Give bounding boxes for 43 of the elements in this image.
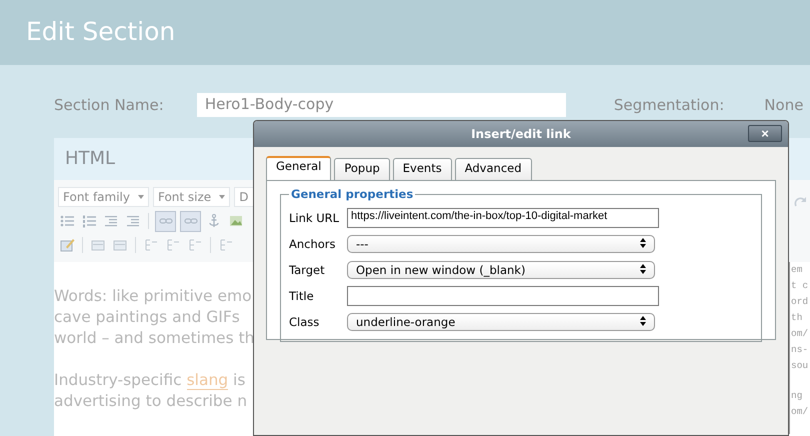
field-label: Anchors	[289, 237, 337, 251]
dialog-title: Insert/edit link	[471, 127, 571, 141]
code-text: ord	[791, 295, 808, 309]
text-field[interactable]	[347, 286, 659, 306]
page-title: Edit Section	[26, 17, 176, 46]
content-text: advertising to describe n	[54, 391, 248, 412]
code-text: sou	[791, 359, 808, 373]
tab[interactable]: Popup	[334, 158, 390, 180]
content-text: cave paintings and GIFs	[54, 307, 240, 328]
caret-icon	[219, 195, 226, 199]
field-label: Title	[289, 289, 315, 303]
tab[interactable]: Advanced	[454, 158, 532, 180]
updown-arrow-icon	[640, 264, 646, 276]
code-text: ns-	[791, 343, 808, 357]
segmentation-label: Segmentation:	[614, 96, 724, 114]
select-field[interactable]: ---	[347, 235, 655, 253]
code-text: om/	[791, 405, 808, 419]
tab[interactable]: General	[266, 156, 332, 180]
segmentation-value: None	[764, 96, 804, 114]
tab[interactable]: Events	[392, 158, 452, 180]
content-text: Industry-specific slang is	[54, 370, 246, 391]
content-text: world – and sometimes th	[54, 328, 254, 349]
content-text: Words: like primitive emo	[54, 286, 252, 307]
close-button[interactable]: ×	[748, 125, 782, 142]
link-icon[interactable]	[155, 210, 176, 232]
code-text: em	[791, 263, 802, 277]
select-field[interactable]: underline-orange	[347, 313, 655, 331]
code-text: th	[791, 311, 802, 325]
updown-arrow-icon	[640, 238, 646, 250]
section-name-label: Section Name:	[54, 96, 164, 114]
updown-arrow-icon	[640, 316, 646, 328]
text-field[interactable]: https://liveintent.com/the-in-box/top-10-digital-market	[347, 208, 659, 228]
field-label: Link URL	[289, 211, 340, 225]
field-label: Class	[289, 315, 320, 329]
code-text: om/	[791, 327, 808, 341]
edit-icon[interactable]	[58, 236, 76, 254]
unlink-icon[interactable]	[180, 210, 201, 232]
code-text: ng	[791, 389, 802, 403]
caret-icon	[138, 195, 144, 199]
code-text: t c	[791, 279, 808, 293]
group-title: General properties	[290, 187, 414, 201]
field-label: Target	[289, 263, 326, 277]
select-field[interactable]: Open in new window (_blank)	[347, 261, 655, 279]
